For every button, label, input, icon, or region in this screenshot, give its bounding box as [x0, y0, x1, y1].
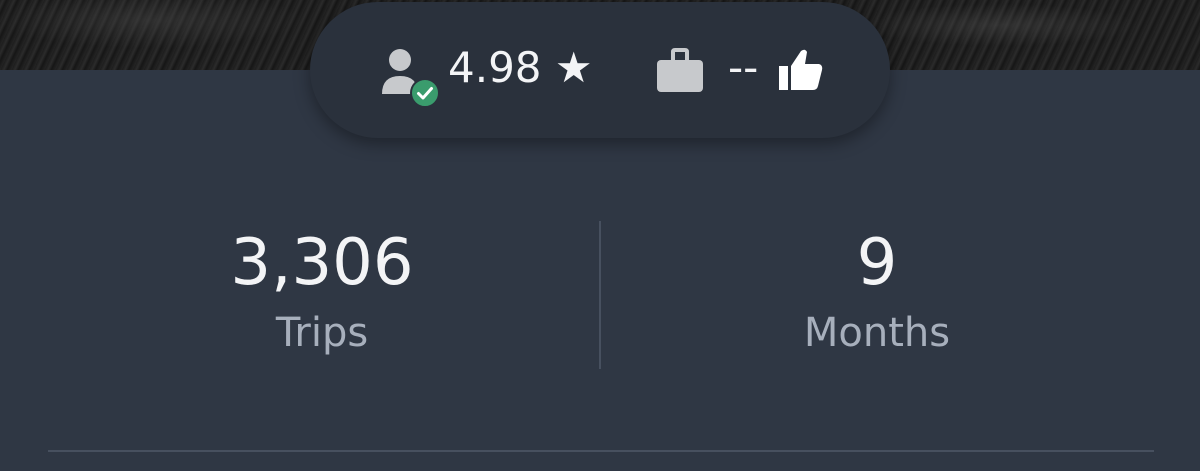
trips-label: Trips [275, 310, 369, 356]
section-divider [48, 450, 1154, 452]
trips-stat: 3,306 Trips [122, 225, 522, 359]
verified-check-icon [410, 78, 440, 108]
driver-rating: 4.98 ★ [448, 43, 593, 92]
months-count: 9 [856, 226, 898, 300]
months-label: Months [803, 310, 951, 356]
stat-divider [599, 221, 601, 369]
briefcase-icon [657, 48, 703, 92]
trips-count: 3,306 [230, 226, 414, 300]
compliments-count: -- [728, 43, 759, 92]
driver-profile-card: 4.98 ★ -- 3,306 Trips 9 Months [0, 0, 1200, 471]
months-stat: 9 Months [677, 225, 1077, 359]
thumbs-up-icon [779, 49, 823, 90]
